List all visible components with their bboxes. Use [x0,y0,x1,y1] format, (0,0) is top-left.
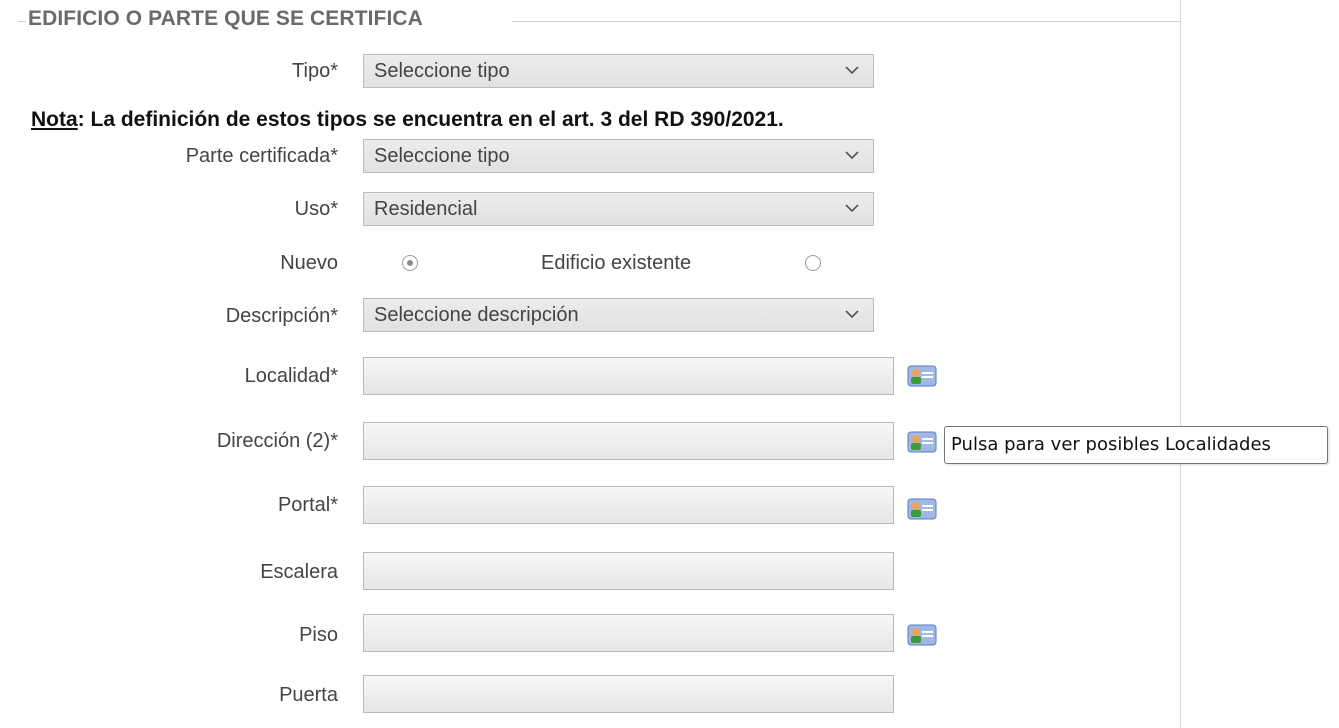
uso-select-value: Residencial [374,198,478,220]
nuevo-label: Nuevo [280,252,338,274]
tipo-select-value: Seleccione tipo [374,60,510,82]
chevron-down-icon [845,66,859,75]
descripcion-select[interactable]: Seleccione descripción [363,298,874,332]
parte-certificada-select-value: Seleccione tipo [374,145,510,167]
parte-certificada-select[interactable]: Seleccione tipo [363,139,874,173]
uso-select[interactable]: Residencial [363,192,874,226]
nuevo-radio[interactable] [402,255,418,271]
contact-card-icon[interactable] [907,429,937,455]
edificio-existente-label: Edificio existente [541,252,692,274]
fieldset-border-right [512,21,1180,22]
portal-input[interactable] [363,486,894,524]
descripcion-select-value: Seleccione descripción [374,304,579,326]
uso-label: Uso* [294,198,338,220]
chevron-down-icon [845,151,859,160]
contact-card-icon[interactable] [907,363,937,389]
puerta-label: Puerta [279,684,338,706]
localidades-tooltip: Pulsa para ver posibles Localidades [944,426,1328,464]
note-prefix: Nota [31,108,78,131]
type-definition-note: Nota: La definición de estos tipos se en… [31,108,784,132]
piso-label: Piso [299,624,338,646]
radio-selected-dot [407,260,413,266]
contact-card-icon[interactable] [907,622,937,648]
note-text: : La definición de estos tipos se encuen… [77,108,784,131]
fieldset-border-left [18,21,26,22]
localidad-label: Localidad* [244,365,338,387]
chevron-down-icon [845,204,859,213]
parte-certificada-label: Parte certificada* [185,145,338,167]
direccion-input[interactable] [363,422,894,460]
descripcion-label: Descripción* [225,305,338,327]
contact-card-icon[interactable] [907,496,937,522]
direccion-label: Dirección (2)* [216,430,338,452]
tipo-label: Tipo* [292,60,338,82]
portal-label: Portal* [277,494,338,516]
tipo-select[interactable]: Seleccione tipo [363,54,874,88]
escalera-input[interactable] [363,552,894,590]
escalera-label: Escalera [260,561,338,583]
right-panel [1180,0,1339,728]
edificio-existente-radio[interactable] [805,255,821,271]
puerta-input[interactable] [363,675,894,713]
chevron-down-icon [845,310,859,319]
fieldset-legend: EDIFICIO O PARTE QUE SE CERTIFICA [28,7,423,30]
localidad-input[interactable] [363,357,894,395]
piso-input[interactable] [363,614,894,652]
